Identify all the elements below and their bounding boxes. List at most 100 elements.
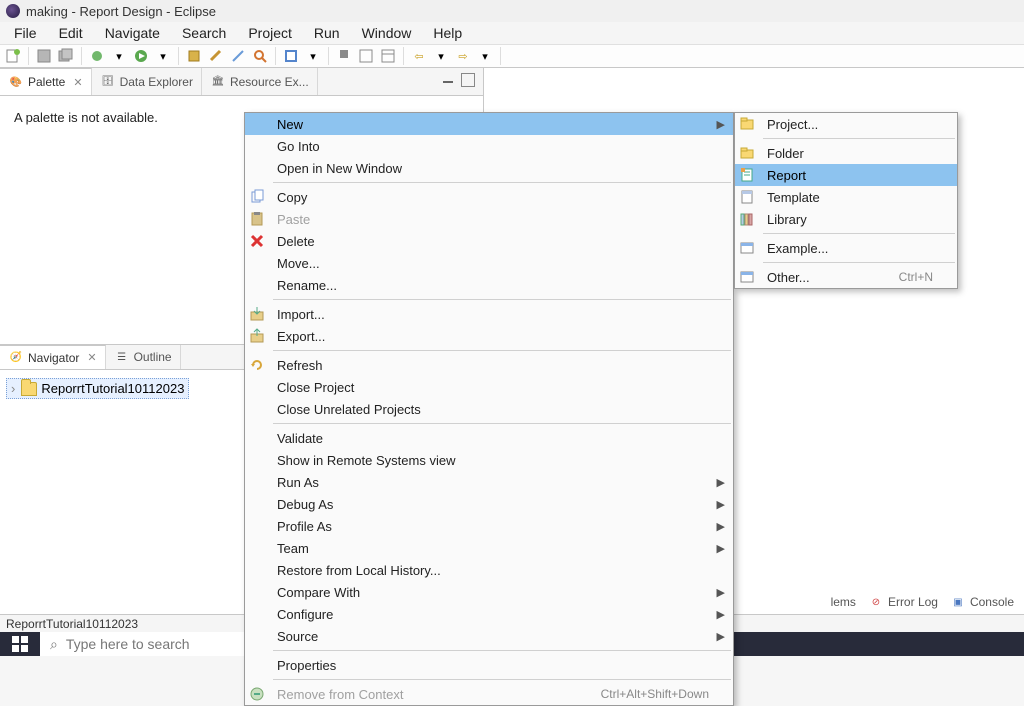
menu-item-open-in-new-window[interactable]: Open in New Window <box>245 157 733 179</box>
save-all-icon[interactable] <box>57 47 75 65</box>
menu-item-configure[interactable]: Configure▶ <box>245 603 733 625</box>
menu-item-example[interactable]: Example... <box>735 237 957 259</box>
run-icon[interactable] <box>132 47 150 65</box>
tab-palette-label: Palette <box>28 75 65 89</box>
menu-item-template[interactable]: Template <box>735 186 957 208</box>
close-tab-icon[interactable]: ✕ <box>87 351 96 364</box>
menu-item-show-in-remote-systems-view[interactable]: Show in Remote Systems view <box>245 449 733 471</box>
folder-icon <box>737 145 757 161</box>
separator <box>500 47 501 65</box>
menu-item-validate[interactable]: Validate <box>245 427 733 449</box>
tab-data-explorer[interactable]: 🗄 Data Explorer <box>92 68 202 95</box>
wand-icon[interactable] <box>229 47 247 65</box>
maximize-view-icon[interactable] <box>461 73 475 87</box>
menu-item-move[interactable]: Move... <box>245 252 733 274</box>
menu-item-folder[interactable]: Folder <box>735 142 957 164</box>
tab-data-explorer-label: Data Explorer <box>120 75 193 89</box>
submenu-arrow-icon: ▶ <box>709 476 727 489</box>
menu-item-team[interactable]: Team▶ <box>245 537 733 559</box>
resource-icon: 🏛 <box>210 74 226 90</box>
forward-icon[interactable]: ⇨ <box>454 47 472 65</box>
tab-console[interactable]: ▣ Console <box>950 594 1014 610</box>
dropdown-icon[interactable]: ▾ <box>476 47 494 65</box>
context-menu[interactable]: New▶Go IntoOpen in New WindowCopyPasteDe… <box>244 112 734 706</box>
shortcut-label: Ctrl+N <box>879 270 933 284</box>
menu-item-project[interactable]: Project... <box>735 113 957 135</box>
menu-item-close-unrelated-projects[interactable]: Close Unrelated Projects <box>245 398 733 420</box>
menu-item-library[interactable]: Library <box>735 208 957 230</box>
new-icon[interactable] <box>4 47 22 65</box>
tab-palette[interactable]: 🎨 Palette ✕ <box>0 68 92 95</box>
menu-item-report[interactable]: Report <box>735 164 957 186</box>
dropdown-icon[interactable]: ▾ <box>432 47 450 65</box>
menu-item-export[interactable]: Export... <box>245 325 733 347</box>
menu-item-rename[interactable]: Rename... <box>245 274 733 296</box>
tab-error-log[interactable]: ⊘ Error Log <box>868 594 938 610</box>
new-window-icon[interactable] <box>379 47 397 65</box>
close-tab-icon[interactable]: ✕ <box>73 76 82 89</box>
menu-item-properties[interactable]: Properties <box>245 654 733 676</box>
new-submenu[interactable]: Project... Folder ReportTemplateLibrary Exa… <box>734 112 958 289</box>
menu-item-source[interactable]: Source▶ <box>245 625 733 647</box>
menu-item-go-into[interactable]: Go Into <box>245 135 733 157</box>
start-button[interactable] <box>0 632 40 656</box>
menu-search[interactable]: Search <box>172 23 236 43</box>
dropdown-icon[interactable]: ▾ <box>154 47 172 65</box>
menu-item-paste: Paste <box>245 208 733 230</box>
debug-icon[interactable] <box>88 47 106 65</box>
menu-item-label: Configure <box>271 607 689 622</box>
menu-item-label: Debug As <box>271 497 689 512</box>
view-tabs-top: 🎨 Palette ✕ 🗄 Data Explorer 🏛 Resource E… <box>0 68 483 96</box>
open-type-icon[interactable] <box>357 47 375 65</box>
menu-item-label: Move... <box>271 256 689 271</box>
menu-file[interactable]: File <box>4 23 47 43</box>
menu-item-label: Folder <box>761 146 913 161</box>
menu-item-import[interactable]: Import... <box>245 303 733 325</box>
dropdown-icon[interactable]: ▾ <box>110 47 128 65</box>
build-icon[interactable] <box>185 47 203 65</box>
minimize-view-icon[interactable] <box>439 73 457 91</box>
menu-window[interactable]: Window <box>352 23 422 43</box>
menu-edit[interactable]: Edit <box>49 23 93 43</box>
menu-item-close-project[interactable]: Close Project <box>245 376 733 398</box>
menu-item-label: Project... <box>761 117 913 132</box>
separator <box>275 47 276 65</box>
menu-item-label: Go Into <box>271 139 689 154</box>
search-icon[interactable] <box>251 47 269 65</box>
library-icon <box>737 211 757 227</box>
menu-item-refresh[interactable]: Refresh <box>245 354 733 376</box>
expand-icon[interactable]: › <box>11 381 17 396</box>
menu-item-new[interactable]: New▶ <box>245 113 733 135</box>
dropdown-icon[interactable]: ▾ <box>304 47 322 65</box>
paint-icon[interactable] <box>207 47 225 65</box>
menu-item-delete[interactable]: Delete <box>245 230 733 252</box>
menu-item-label: Close Project <box>271 380 689 395</box>
save-icon[interactable] <box>35 47 53 65</box>
menu-project[interactable]: Project <box>238 23 302 43</box>
menu-item-compare-with[interactable]: Compare With▶ <box>245 581 733 603</box>
menu-item-debug-as[interactable]: Debug As▶ <box>245 493 733 515</box>
pin-icon[interactable] <box>335 47 353 65</box>
copy-icon <box>247 189 267 205</box>
menu-item-label: Refresh <box>271 358 689 373</box>
project-tree-item[interactable]: › ReporrtTutorial10112023 <box>6 378 189 399</box>
back-icon[interactable]: ⇦ <box>410 47 428 65</box>
tab-problems[interactable]: lems <box>831 595 856 609</box>
separator <box>763 262 955 263</box>
title-bar: making - Report Design - Eclipse <box>0 0 1024 22</box>
menu-navigate[interactable]: Navigate <box>95 23 170 43</box>
tab-resource-explorer[interactable]: 🏛 Resource Ex... <box>202 68 318 95</box>
toggle-breadcrumb-icon[interactable] <box>282 47 300 65</box>
bottom-view-tabs: lems ⊘ Error Log ▣ Console <box>821 590 1024 614</box>
menu-item-run-as[interactable]: Run As▶ <box>245 471 733 493</box>
menu-item-profile-as[interactable]: Profile As▶ <box>245 515 733 537</box>
menu-help[interactable]: Help <box>423 23 472 43</box>
menu-item-restore-from-local-history[interactable]: Restore from Local History... <box>245 559 733 581</box>
template-icon <box>737 189 757 205</box>
menu-run[interactable]: Run <box>304 23 350 43</box>
menu-item-copy[interactable]: Copy <box>245 186 733 208</box>
tab-navigator[interactable]: 🧭 Navigator ✕ <box>0 345 106 369</box>
menu-item-other[interactable]: Other...Ctrl+N <box>735 266 957 288</box>
tab-outline[interactable]: ☰ Outline <box>106 345 181 369</box>
database-icon: 🗄 <box>100 74 116 90</box>
